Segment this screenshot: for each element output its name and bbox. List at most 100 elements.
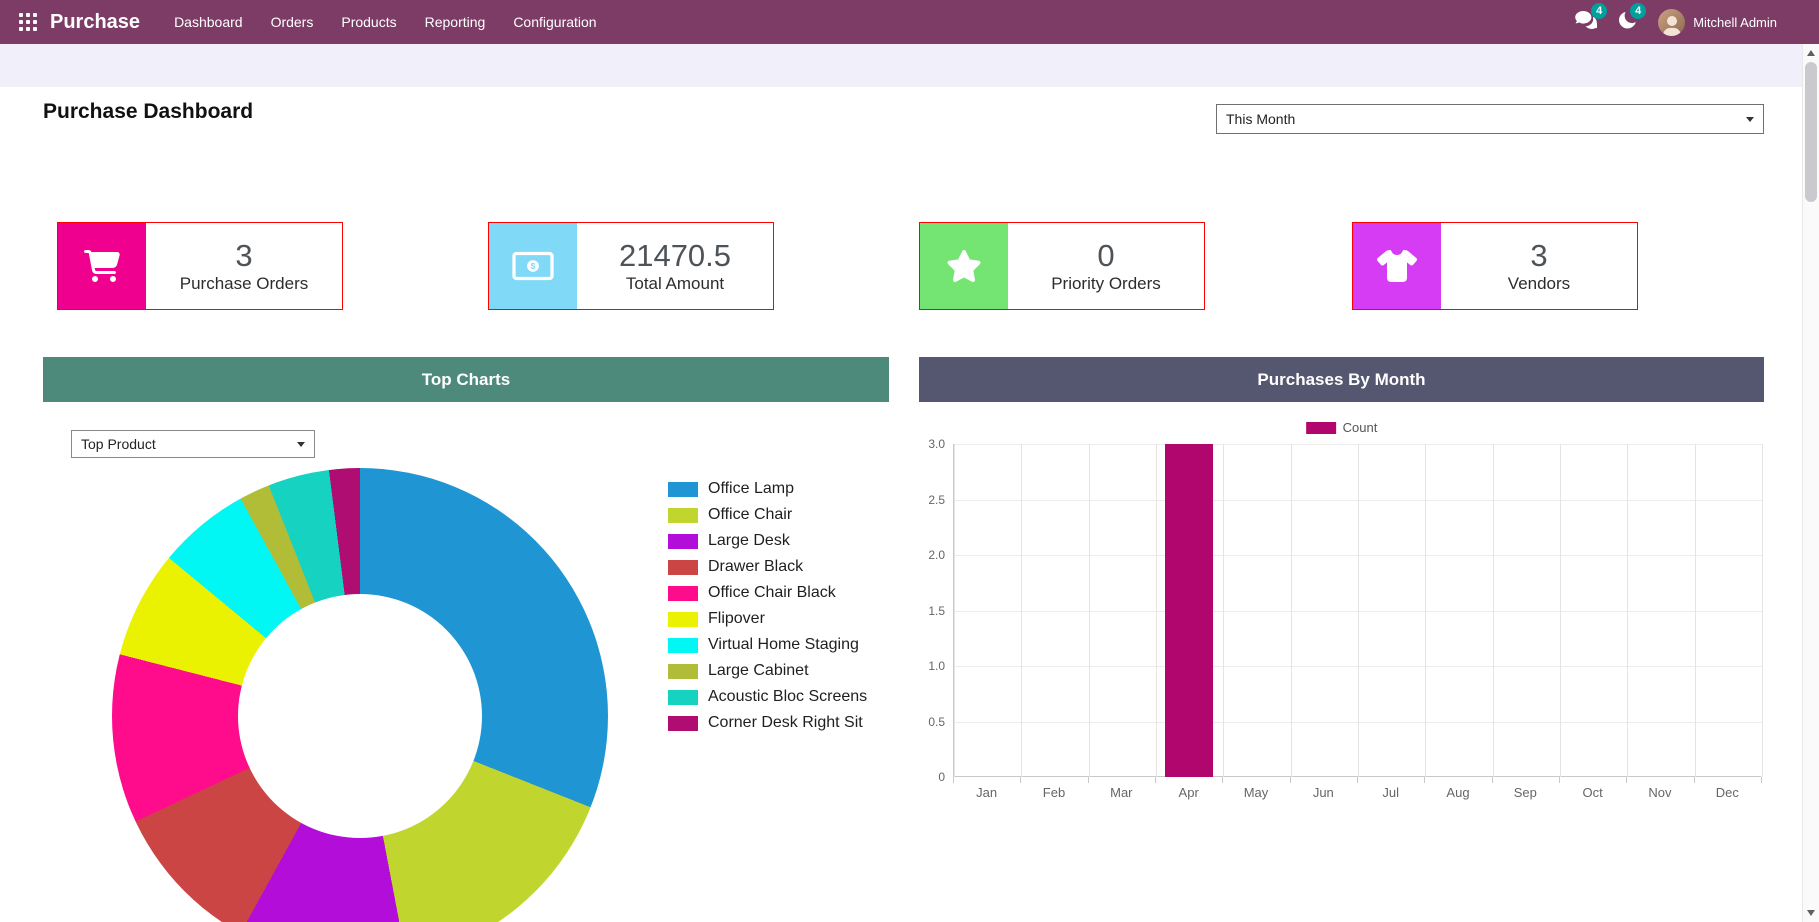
period-filter-select[interactable]: This Month: [1216, 104, 1764, 134]
x-axis-tick: [1424, 777, 1425, 783]
x-axis-tick: [1290, 777, 1291, 783]
legend-item[interactable]: Corner Desk Right Sit: [668, 710, 867, 736]
x-axis-label: Jul: [1357, 785, 1424, 800]
gridline-vertical: [1493, 444, 1494, 777]
activities-button[interactable]: 4: [1619, 11, 1636, 34]
star-icon: [920, 223, 1008, 309]
messages-button[interactable]: 4: [1575, 11, 1597, 34]
navbar-right: 4 4 Mitchell Admin: [1575, 9, 1805, 36]
legend-label: Large Desk: [708, 532, 790, 550]
top-products-donut-chart[interactable]: [112, 468, 608, 922]
y-axis-label: 0: [919, 770, 945, 784]
kpi-body: 0Priority Orders: [1008, 223, 1204, 309]
x-axis-tick: [1155, 777, 1156, 783]
scroll-down-icon[interactable]: [1807, 910, 1815, 916]
legend-item[interactable]: Drawer Black: [668, 554, 867, 580]
legend-swatch: [668, 560, 698, 575]
legend-item[interactable]: Acoustic Bloc Screens: [668, 684, 867, 710]
legend-item[interactable]: Office Lamp: [668, 476, 867, 502]
scrollbar-thumb[interactable]: [1805, 62, 1817, 202]
kpi-card-total-amount[interactable]: $21470.5Total Amount: [488, 222, 774, 310]
legend-item[interactable]: Virtual Home Staging: [668, 632, 867, 658]
app-name[interactable]: Purchase: [50, 11, 140, 34]
kpi-label: Total Amount: [626, 274, 724, 294]
user-name: Mitchell Admin: [1693, 15, 1777, 30]
gridline-vertical: [1089, 444, 1090, 777]
x-axis-label: Jun: [1290, 785, 1357, 800]
gridline-vertical: [1156, 444, 1157, 777]
x-axis-label: Nov: [1626, 785, 1693, 800]
gridline-vertical: [1223, 444, 1224, 777]
apps-grid-icon[interactable]: [14, 8, 42, 36]
gridline-vertical: [1627, 444, 1628, 777]
bar-plot-area: [953, 444, 1761, 777]
menu-item-orders[interactable]: Orders: [257, 1, 328, 43]
gridline-vertical: [1358, 444, 1359, 777]
kpi-value: 3: [1530, 238, 1547, 274]
control-panel-band: [0, 44, 1802, 87]
kpi-value: 3: [235, 238, 252, 274]
y-axis-label: 3.0: [919, 437, 945, 451]
page-title: Purchase Dashboard: [43, 100, 253, 124]
top-product-select[interactable]: Top Product: [71, 430, 315, 458]
svg-text:$: $: [531, 261, 536, 271]
vertical-scrollbar[interactable]: [1802, 44, 1819, 922]
menu-item-reporting[interactable]: Reporting: [411, 1, 500, 43]
legend-swatch: [668, 508, 698, 523]
activities-badge: 4: [1630, 3, 1646, 19]
legend-item[interactable]: Flipover: [668, 606, 867, 632]
legend-label: Large Cabinet: [708, 662, 809, 680]
purchase-dashboard-screen: Purchase DashboardOrdersProductsReportin…: [0, 0, 1819, 922]
top-product-value: Top Product: [81, 436, 156, 452]
navbar-left: Purchase DashboardOrdersProductsReportin…: [14, 1, 611, 43]
x-axis-label: Feb: [1020, 785, 1087, 800]
kpi-value: 0: [1097, 238, 1114, 274]
kpi-card-purchase-orders[interactable]: 3Purchase Orders: [57, 222, 343, 310]
purchases-by-month-title: Purchases By Month: [1257, 370, 1425, 390]
donut-hole: [238, 594, 482, 838]
menu-item-products[interactable]: Products: [327, 1, 410, 43]
legend-item[interactable]: Office Chair: [668, 502, 867, 528]
donut-legend: Office Lamp Office Chair Large Desk Drawer …: [668, 476, 867, 736]
x-axis-tick: [953, 777, 954, 783]
legend-swatch: [668, 690, 698, 705]
legend-swatch: [668, 716, 698, 731]
x-axis-label: May: [1222, 785, 1289, 800]
x-axis-tick: [1694, 777, 1695, 783]
purchases-by-month-chart[interactable]: Count 00.51.01.52.02.53.0JanFebMarAprMay…: [919, 404, 1764, 844]
x-axis-label: Mar: [1088, 785, 1155, 800]
legend-swatch: [668, 612, 698, 627]
menu-item-configuration[interactable]: Configuration: [499, 1, 610, 43]
menu-item-dashboard[interactable]: Dashboard: [160, 1, 257, 43]
top-charts-header: Top Charts: [43, 357, 889, 402]
kpi-body: 3Vendors: [1441, 223, 1637, 309]
kpi-body: 3Purchase Orders: [146, 223, 342, 309]
top-charts-title: Top Charts: [422, 370, 510, 390]
legend-label: Office Chair: [708, 506, 792, 524]
bar-chart-legend[interactable]: Count: [1306, 420, 1378, 435]
x-axis-label: Sep: [1492, 785, 1559, 800]
bar-apr[interactable]: [1165, 444, 1213, 777]
user-menu[interactable]: Mitchell Admin: [1658, 9, 1777, 36]
legend-item[interactable]: Office Chair Black: [668, 580, 867, 606]
chevron-down-icon: [297, 442, 305, 447]
kpi-card-vendors[interactable]: 3Vendors: [1352, 222, 1638, 310]
kpi-label: Vendors: [1508, 274, 1570, 294]
legend-label: Office Lamp: [708, 480, 794, 498]
x-axis-tick: [1222, 777, 1223, 783]
gridline-vertical: [1560, 444, 1561, 777]
legend-swatch: [668, 638, 698, 653]
legend-swatch: [668, 586, 698, 601]
shirt-icon: [1353, 223, 1441, 309]
gridline-vertical: [1291, 444, 1292, 777]
legend-item[interactable]: Large Cabinet: [668, 658, 867, 684]
scroll-up-icon[interactable]: [1807, 50, 1815, 56]
kpi-card-priority-orders[interactable]: 0Priority Orders: [919, 222, 1205, 310]
x-axis-tick: [1492, 777, 1493, 783]
legend-item[interactable]: Large Desk: [668, 528, 867, 554]
y-axis-label: 2.0: [919, 548, 945, 562]
period-filter-value: This Month: [1226, 111, 1295, 127]
x-axis-tick: [1020, 777, 1021, 783]
y-axis-label: 2.5: [919, 493, 945, 507]
gridline-vertical: [1425, 444, 1426, 777]
